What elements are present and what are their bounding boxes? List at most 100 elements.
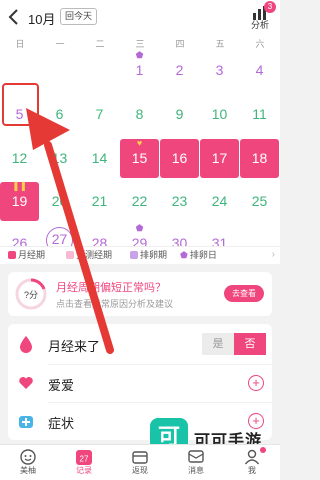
ovulation-day-icon: ⬟	[135, 50, 144, 60]
period-came-label: 月经来了	[48, 339, 101, 354]
calendar-day-16[interactable]: 16	[160, 139, 199, 178]
tab-label: 记录	[76, 466, 92, 475]
legend-period: 月经期	[8, 250, 45, 261]
period-came-row: 月经来了 是 否	[8, 326, 272, 362]
day-number: 18	[251, 150, 268, 166]
ovulation-day-icon: ⬟	[135, 223, 144, 233]
tab-message[interactable]: 消息	[168, 448, 224, 476]
calendar-day-25[interactable]: 25	[240, 182, 279, 221]
calendar-day-2[interactable]: 2	[160, 51, 199, 90]
card-title: 月经周期偏短正常吗？	[56, 282, 166, 294]
calendar-day-14[interactable]: 14	[80, 139, 119, 178]
yes-option[interactable]: 是	[202, 333, 234, 355]
heart-icon: ♥	[136, 138, 143, 148]
drop-icon	[20, 336, 32, 353]
svg-text:27: 27	[80, 455, 89, 464]
calendar-day-18[interactable]: 18	[240, 139, 279, 178]
day-number: 17	[211, 150, 228, 166]
calendar-day-3[interactable]: 3	[200, 51, 239, 90]
top-bar: 10月 回今天 分析 3	[0, 0, 280, 34]
calendar-day-19[interactable]: ❚❚ 19	[0, 181, 39, 221]
analysis-badge: 3	[264, 1, 276, 13]
love-label: 爱爱	[48, 378, 75, 393]
back-to-today-button[interactable]: 回今天	[60, 8, 98, 25]
calendar-day-10[interactable]: 10	[200, 95, 239, 134]
day-number: 24	[211, 193, 228, 209]
bottom-tab-bar: 美柚 27 记录 返现 消息 我	[0, 444, 280, 480]
calendar-day-15[interactable]: ♥ 15	[120, 138, 159, 178]
pause-icon: ❚❚	[11, 181, 28, 191]
day-number: 23	[171, 193, 188, 209]
no-option[interactable]: 否	[234, 333, 266, 355]
legend-predicted-period: 预测经期	[66, 250, 112, 261]
tab-profile[interactable]: 我	[224, 447, 280, 476]
cashback-icon	[132, 451, 148, 464]
annotation-highlight-box	[2, 83, 39, 126]
calendar-day-22[interactable]: 22	[120, 182, 159, 221]
notification-dot	[260, 447, 266, 453]
day-number: 7	[95, 106, 104, 122]
calendar-day-9[interactable]: 9	[160, 95, 199, 134]
day-number: 11	[252, 106, 267, 122]
day-number: 4	[255, 62, 264, 78]
view-button[interactable]: 去查看	[224, 285, 264, 302]
weekday-label: 四	[175, 39, 185, 49]
tab-record[interactable]: 27 记录	[56, 448, 112, 476]
day-number: 1	[135, 62, 144, 78]
day-number: 12	[11, 150, 28, 166]
calendar-day-23[interactable]: 23	[160, 182, 199, 221]
love-row[interactable]: 爱爱 +	[8, 365, 272, 401]
legend-ovulation-day: ⬟ 排卵日	[180, 250, 217, 260]
weekday-label: 一	[55, 39, 65, 49]
day-number: 22	[131, 193, 148, 209]
tab-label: 美柚	[20, 466, 36, 475]
card-subtitle: 点击查看异常原因分析及建议	[56, 299, 174, 309]
day-number: 21	[91, 193, 108, 209]
tab-meiyou[interactable]: 美柚	[0, 448, 56, 476]
calendar-day-6[interactable]: 6	[40, 95, 79, 134]
calendar: 日一二三四五六 ⬟ 1 2 3 4 5 6 7 8 9 10 11 12 13 14 ♥ 15 16 17 18 ❚❚ 1…	[0, 34, 280, 261]
tab-label: 消息	[188, 466, 204, 475]
calendar-legend: 月经期 预测经期 排卵期 ⬟ 排卵日 ›	[0, 246, 280, 264]
day-number: 6	[55, 106, 64, 122]
day-number: 8	[135, 106, 144, 122]
weekday-label: 三	[135, 39, 145, 49]
symptom-label: 症状	[48, 416, 75, 431]
heart-icon	[19, 377, 33, 389]
month-title[interactable]: 10月	[28, 9, 55, 28]
weekday-label: 二	[95, 39, 105, 49]
day-number: 10	[211, 106, 228, 122]
analysis-button[interactable]: 分析 3	[248, 1, 276, 32]
day-number: 13	[51, 150, 68, 166]
calendar-day-1[interactable]: ⬟ 1	[120, 50, 159, 90]
day-number: 20	[51, 193, 68, 209]
calendar-day-21[interactable]: 21	[80, 182, 119, 221]
add-love-button[interactable]: +	[248, 375, 264, 391]
calendar-day-20[interactable]: 20	[40, 182, 79, 221]
calendar-day-4[interactable]: 4	[240, 51, 279, 90]
profile-icon	[244, 449, 260, 465]
cycle-tip-card[interactable]: ?分 月经周期偏短正常吗？ 点击查看异常原因分析及建议 去查看	[8, 272, 272, 316]
day-number: 16	[171, 150, 188, 166]
legend-ovulation-period: 排卵期	[130, 250, 167, 261]
back-icon[interactable]	[6, 7, 22, 27]
day-number: 2	[175, 62, 184, 78]
weekday-label: 六	[255, 39, 265, 49]
calendar-day-24[interactable]: 24	[200, 182, 239, 221]
calendar-day-8[interactable]: 8	[120, 95, 159, 134]
calendar-day-7[interactable]: 7	[80, 95, 119, 134]
calendar-day-12[interactable]: 12	[0, 139, 39, 178]
tab-label: 我	[248, 466, 256, 475]
period-toggle: 是 否	[202, 333, 266, 355]
calendar-day-17[interactable]: 17	[200, 139, 239, 178]
calendar-record-icon: 27	[76, 450, 92, 465]
medical-kit-icon	[19, 416, 33, 428]
message-icon	[188, 450, 204, 463]
chevron-right-icon[interactable]: ›	[272, 249, 275, 260]
tab-cashback[interactable]: 返现	[112, 448, 168, 476]
day-number: 19	[11, 193, 28, 209]
weekday-label: 日	[15, 39, 25, 49]
calendar-day-13[interactable]: 13	[40, 139, 79, 178]
score-text: ?分	[23, 290, 38, 300]
calendar-day-11[interactable]: 11	[240, 95, 279, 134]
